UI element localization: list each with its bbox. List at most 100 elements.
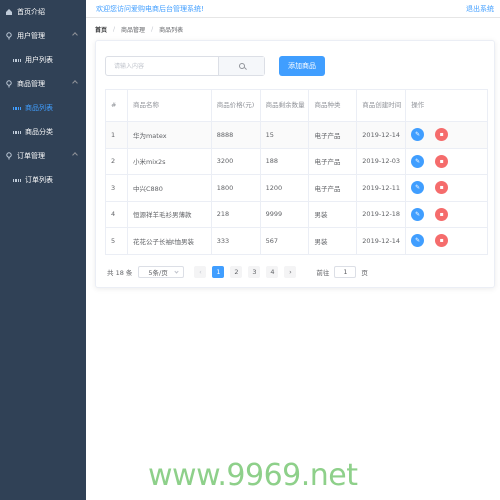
sidebar-item-order-list[interactable]: 订单列表 (0, 168, 86, 192)
sidebar-group-goods[interactable]: 商品管理 (0, 72, 86, 96)
table-row: 4 恒源祥羊毛衫男薄款 218 9999 男装 2019-12-18 ✎ ▪ (105, 201, 488, 228)
cell-price: 8888 (211, 121, 261, 149)
sidebar-item-label: 首页介绍 (17, 8, 45, 16)
sidebar-item-goods-list[interactable]: 商品列表 (0, 96, 86, 120)
cell-actions: ✎ ▪ (405, 148, 488, 175)
page-button-3[interactable]: 3 (248, 266, 261, 278)
sidebar-item-label: 用户列表 (25, 56, 53, 64)
prev-page-button[interactable]: ‹ (194, 266, 207, 278)
search-icon (238, 63, 245, 69)
sidebar-group-user[interactable]: 用户管理 (0, 24, 86, 48)
cell-price: 333 (211, 227, 261, 255)
home-icon (5, 8, 13, 16)
page-button-1[interactable]: 1 (212, 266, 225, 278)
cell-actions: ✎ ▪ (405, 201, 488, 228)
table-row: 1 华为matex 8888 15 电子产品 2019-12-14 ✎ ▪ (105, 121, 488, 149)
cell-price: 218 (211, 201, 261, 228)
page-size-value: 5条/页 (148, 269, 168, 277)
breadcrumb-separator: / (113, 25, 116, 33)
table-row: 2 小米mix2s 3200 188 电子产品 2019-12-03 ✎ ▪ (105, 148, 488, 175)
grid-icon (13, 104, 21, 112)
breadcrumb: 首页 / 商品管理 / 商品列表 (95, 24, 183, 34)
add-goods-button[interactable]: 添加商品 (279, 56, 325, 76)
delete-icon: ▪ (439, 237, 444, 245)
cell-category: 男装 (308, 227, 358, 255)
delete-button[interactable]: ▪ (435, 154, 449, 168)
cell-stock: 188 (260, 148, 310, 175)
edit-icon: ✎ (415, 210, 421, 218)
breadcrumb-separator: / (151, 25, 154, 33)
edit-icon: ✎ (415, 237, 421, 245)
page-button-4[interactable]: 4 (266, 266, 279, 278)
column-header-name: 商品名称 (127, 89, 212, 122)
delete-icon: ▪ (439, 184, 444, 192)
logout-link[interactable]: 退出系统 (466, 4, 494, 14)
cell-name: 花花公子长袖t恤男装 (127, 227, 212, 255)
cell-name: 小米mix2s (127, 148, 212, 175)
cell-stock: 9999 (260, 201, 310, 228)
table-header-row: # 商品名称 商品价格(元) 商品剩余数量 商品种类 商品创建时间 操作 (105, 89, 488, 122)
cell-name: 华为matex (127, 121, 212, 149)
breadcrumb-goods-mgmt: 商品管理 (121, 26, 146, 34)
delete-icon: ▪ (439, 131, 444, 139)
breadcrumb-home[interactable]: 首页 (95, 25, 107, 34)
sidebar-group-order[interactable]: 订单管理 (0, 144, 86, 168)
cell-created: 2019-12-11 (356, 174, 407, 202)
goto-page-input[interactable]: 1 (334, 266, 357, 278)
cell-stock: 1200 (260, 174, 310, 202)
edit-icon: ✎ (415, 131, 421, 139)
chevron-up-icon (72, 152, 78, 158)
cell-index: 1 (105, 121, 128, 149)
location-icon (5, 32, 13, 40)
chevron-down-icon (174, 269, 180, 274)
cell-actions: ✎ ▪ (405, 227, 488, 255)
page-label: 页 (361, 269, 368, 277)
sidebar-item-home[interactable]: 首页介绍 (0, 0, 86, 24)
edit-button[interactable]: ✎ (411, 128, 425, 142)
watermark-text: www.9969.net (148, 458, 358, 493)
cell-category: 电子产品 (308, 174, 358, 202)
delete-button[interactable]: ▪ (435, 128, 449, 142)
search-input[interactable] (106, 57, 218, 75)
cell-actions: ✎ ▪ (405, 174, 488, 202)
goods-card: 添加商品 # 商品名称 商品价格(元) 商品剩余数量 商品种类 商品创建时间 操… (95, 40, 495, 288)
sidebar: 首页介绍 用户管理 用户列表 商品管理 商品列表 商品分类 订单管理 订单列表 (0, 0, 86, 500)
cell-stock: 567 (260, 227, 310, 255)
grid-icon (13, 128, 21, 136)
edit-button[interactable]: ✎ (411, 154, 425, 168)
cell-created: 2019-12-03 (356, 148, 407, 175)
column-header-index: # (105, 89, 128, 122)
edit-button[interactable]: ✎ (411, 181, 425, 195)
column-header-category: 商品种类 (308, 89, 358, 122)
cell-index: 5 (105, 227, 128, 255)
page-size-select[interactable]: 5条/页 (138, 266, 185, 278)
delete-button[interactable]: ▪ (435, 207, 449, 221)
top-header: 欢迎您访问爱购电商后台管理系统! 退出系统 (86, 0, 500, 18)
cell-category: 电子产品 (308, 148, 358, 175)
delete-button[interactable]: ▪ (435, 181, 449, 195)
next-page-button[interactable]: › (284, 266, 297, 278)
cell-category: 男装 (308, 201, 358, 228)
column-header-stock: 商品剩余数量 (260, 89, 310, 122)
chevron-right-icon: › (289, 268, 292, 276)
edit-button[interactable]: ✎ (411, 234, 425, 248)
location-icon (5, 80, 13, 88)
cell-price: 1800 (211, 174, 261, 202)
sidebar-item-user-list[interactable]: 用户列表 (0, 48, 86, 72)
sidebar-item-goods-category[interactable]: 商品分类 (0, 120, 86, 144)
sidebar-item-label: 订单列表 (25, 176, 53, 184)
cell-created: 2019-12-14 (356, 227, 407, 255)
cell-category: 电子产品 (308, 121, 358, 149)
column-header-created: 商品创建时间 (356, 89, 407, 122)
search-button[interactable] (218, 57, 264, 75)
page-button-2[interactable]: 2 (230, 266, 243, 278)
pagination: 共 18 条 5条/页 ‹ 1 2 3 4 › 前往 1 页 (107, 266, 368, 278)
cell-stock: 15 (260, 121, 310, 149)
goods-table: # 商品名称 商品价格(元) 商品剩余数量 商品种类 商品创建时间 操作 1 华… (105, 89, 488, 255)
cell-name: 恒源祥羊毛衫男薄款 (127, 201, 212, 228)
delete-button[interactable]: ▪ (435, 234, 449, 248)
cell-index: 2 (105, 148, 128, 175)
cell-created: 2019-12-18 (356, 201, 407, 228)
sidebar-item-label: 商品分类 (25, 128, 53, 136)
edit-button[interactable]: ✎ (411, 207, 425, 221)
